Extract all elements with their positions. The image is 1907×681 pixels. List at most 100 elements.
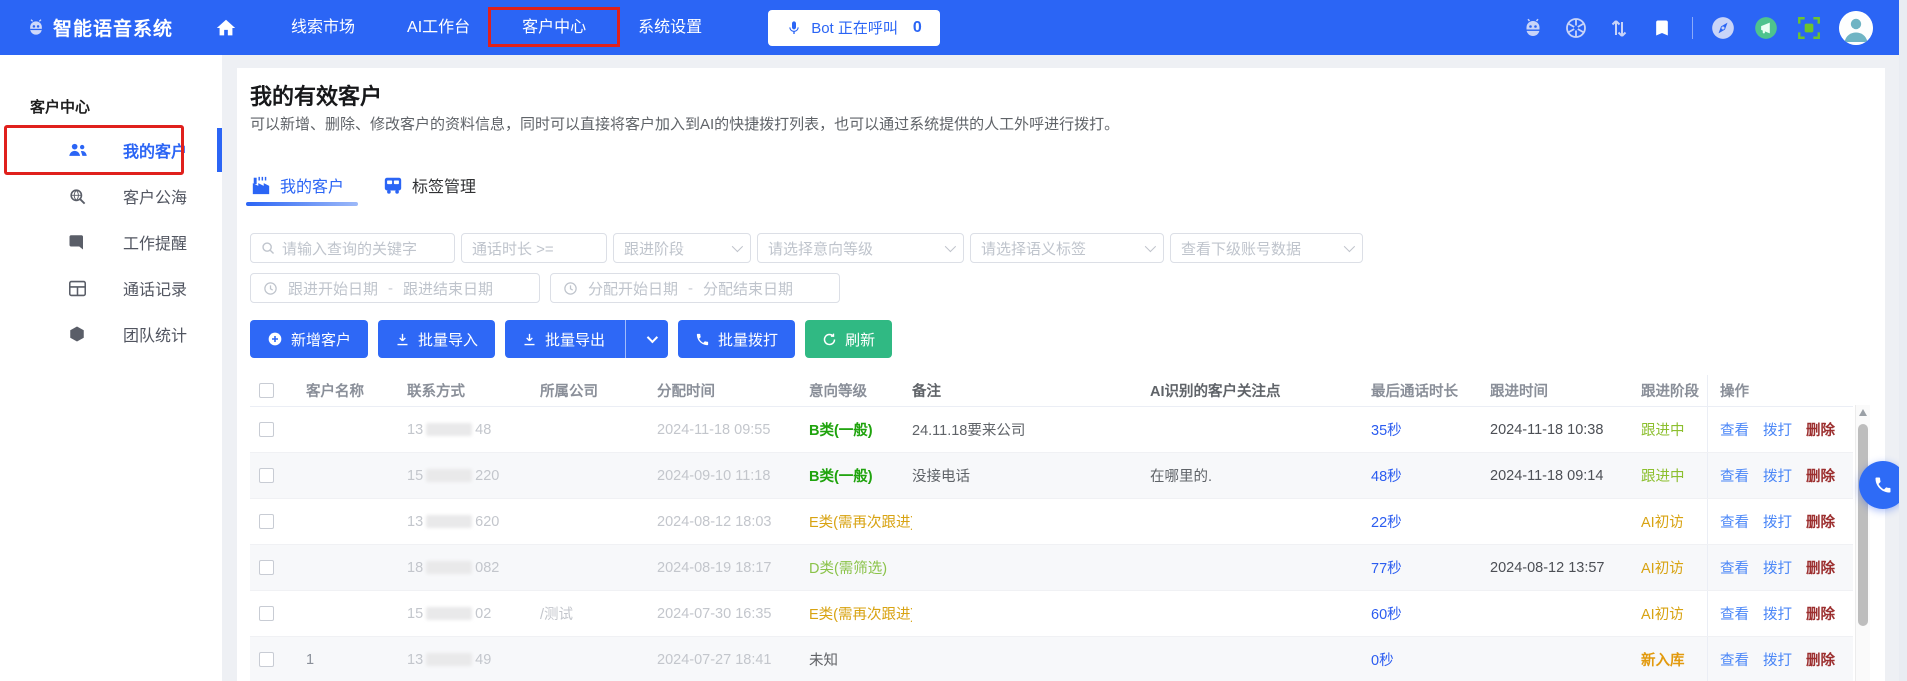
tab-tag-management[interactable]: 标签管理 — [382, 167, 476, 203]
app-title: 智能语音系统 — [53, 14, 173, 41]
cell-follow-stage: AI初访 — [1641, 499, 1707, 544]
megaphone-icon[interactable] — [1753, 15, 1779, 41]
view-link[interactable]: 查看 — [1720, 557, 1749, 578]
assign-date-range-picker[interactable]: 分配开始日期 - 分配结束日期 — [550, 273, 840, 303]
aperture-icon[interactable] — [1563, 15, 1589, 41]
home-icon[interactable] — [215, 17, 237, 39]
plus-circle-icon — [267, 331, 283, 347]
delete-link[interactable]: 删除 — [1806, 557, 1835, 578]
cell-ai-focus — [1150, 591, 1371, 636]
chevron-down-icon — [1145, 241, 1156, 252]
sidebar-menu: 我的客户 客户公海 工作提醒 通话记录 团队统计 — [0, 127, 222, 357]
nav-item-customer-center[interactable]: 客户中心 — [496, 0, 612, 55]
cell-phone: 15220 — [407, 453, 540, 498]
view-link[interactable]: 查看 — [1720, 465, 1749, 486]
bot-calling-count: 0 — [913, 19, 922, 37]
view-link[interactable]: 查看 — [1720, 419, 1749, 440]
cell-ai-focus — [1150, 407, 1371, 452]
sidebar-item-customer-pool[interactable]: 客户公海 — [0, 173, 222, 219]
follow-stage-select[interactable]: 跟进阶段 — [613, 233, 751, 263]
cell-phone: 13620 — [407, 499, 540, 544]
select-all-checkbox[interactable] — [259, 383, 274, 398]
intent-level-select[interactable]: 请选择意向等级 — [757, 233, 964, 263]
view-link[interactable]: 查看 — [1720, 603, 1749, 624]
view-link[interactable]: 查看 — [1720, 511, 1749, 532]
user-avatar[interactable] — [1839, 11, 1873, 45]
sidebar-item-label: 团队统计 — [123, 322, 187, 346]
delete-link[interactable]: 删除 — [1806, 511, 1835, 532]
cell-phone: 1502 — [407, 591, 540, 636]
sidebar-item-call-records[interactable]: 通话记录 — [0, 265, 222, 311]
dial-link[interactable]: 拨打 — [1763, 511, 1792, 532]
dial-link[interactable]: 拨打 — [1763, 465, 1792, 486]
bookmark-icon[interactable] — [1649, 15, 1675, 41]
refresh-button[interactable]: 刷新 — [805, 320, 892, 358]
call-duration-input[interactable]: 通话时长 >= — [461, 233, 607, 263]
compass-icon[interactable] — [1710, 15, 1736, 41]
call-duration-link[interactable]: 35秒 — [1371, 419, 1402, 440]
dial-link[interactable]: 拨打 — [1763, 419, 1792, 440]
row-checkbox[interactable] — [259, 468, 274, 483]
phone-icon — [1873, 475, 1893, 495]
sidebar-item-team-stats[interactable]: 团队统计 — [0, 311, 222, 357]
sidebar-item-my-customers[interactable]: 我的客户 — [0, 127, 222, 173]
delete-link[interactable]: 删除 — [1806, 465, 1835, 486]
duration-placeholder: 通话时长 >= — [472, 238, 554, 259]
row-checkbox[interactable] — [259, 514, 274, 529]
batch-import-button[interactable]: 批量导入 — [378, 320, 495, 358]
dial-link[interactable]: 拨打 — [1763, 603, 1792, 624]
topbar-icon-group — [1520, 0, 1873, 55]
sidebar-section-title: 客户中心 — [30, 96, 90, 117]
table-scrollbar[interactable] — [1855, 405, 1870, 681]
chevron-down-icon — [647, 332, 658, 343]
dial-link[interactable]: 拨打 — [1763, 557, 1792, 578]
fullscreen-capture-icon[interactable] — [1796, 15, 1822, 41]
call-duration-link[interactable]: 48秒 — [1371, 465, 1402, 486]
subaccount-data-select[interactable]: 查看下级账号数据 — [1170, 233, 1363, 263]
export-dropdown-toggle[interactable] — [634, 320, 668, 358]
scrollbar-thumb[interactable] — [1858, 424, 1868, 626]
cell-customer-name — [306, 499, 407, 544]
nav-item-customer-center-label: 客户中心 — [522, 19, 586, 36]
add-customer-button[interactable]: 新增客户 — [250, 320, 368, 358]
row-checkbox[interactable] — [259, 560, 274, 575]
sort-arrows-icon[interactable] — [1606, 15, 1632, 41]
row-checkbox[interactable] — [259, 652, 274, 667]
keyword-search-input[interactable]: 请输入查询的关键字 — [250, 233, 455, 263]
delete-link[interactable]: 删除 — [1806, 649, 1835, 670]
call-duration-link[interactable]: 60秒 — [1371, 603, 1402, 624]
sidebar-item-label: 通话记录 — [123, 276, 187, 300]
call-duration-link[interactable]: 0秒 — [1371, 649, 1394, 670]
call-duration-link[interactable]: 77秒 — [1371, 557, 1402, 578]
view-link[interactable]: 查看 — [1720, 649, 1749, 670]
page-scrollbar[interactable] — [1899, 0, 1907, 681]
batch-export-button[interactable]: 批量导出 — [505, 320, 668, 358]
call-duration-link[interactable]: 22秒 — [1371, 511, 1402, 532]
refresh-label: 刷新 — [845, 329, 875, 350]
redacted-digits — [426, 469, 472, 482]
batch-dial-button[interactable]: 批量拨打 — [678, 320, 795, 358]
row-checkbox[interactable] — [259, 606, 274, 621]
nav-item-system-settings[interactable]: 系统设置 — [612, 0, 728, 55]
delete-link[interactable]: 删除 — [1806, 603, 1835, 624]
scroll-up-arrow-icon[interactable] — [1859, 409, 1867, 416]
sidebar-item-work-reminders[interactable]: 工作提醒 — [0, 219, 222, 265]
follow-date-range-picker[interactable]: 跟进开始日期 - 跟进结束日期 — [250, 273, 540, 303]
sidebar: 客户中心 我的客户 客户公海 工作提醒 通话记录 — [0, 55, 222, 681]
robot-icon[interactable] — [1520, 15, 1546, 41]
cell-ai-focus: 在哪里的. — [1150, 453, 1371, 498]
nav-item-ai-workbench[interactable]: AI工作台 — [381, 0, 496, 55]
cell-assign-time: 2024-09-10 11:18 — [657, 453, 809, 498]
semantic-tag-select[interactable]: 请选择语义标签 — [970, 233, 1164, 263]
follow-start-placeholder: 跟进开始日期 — [288, 278, 378, 299]
bot-calling-button[interactable]: Bot 正在呼叫 0 — [768, 10, 940, 46]
chevron-down-icon — [945, 241, 956, 252]
page-description: 可以新增、删除、修改客户的资料信息，同时可以直接将客户加入到AI的快捷拨打列表，… — [250, 116, 1885, 134]
delete-link[interactable]: 删除 — [1806, 419, 1835, 440]
row-checkbox[interactable] — [259, 422, 274, 437]
dial-link[interactable]: 拨打 — [1763, 649, 1792, 670]
cell-follow-stage: 跟进中 — [1641, 407, 1707, 452]
tab-my-customers[interactable]: 我的客户 — [250, 167, 344, 203]
nav-item-leads-market[interactable]: 线索市场 — [265, 0, 381, 55]
cell-customer-name — [306, 545, 407, 590]
